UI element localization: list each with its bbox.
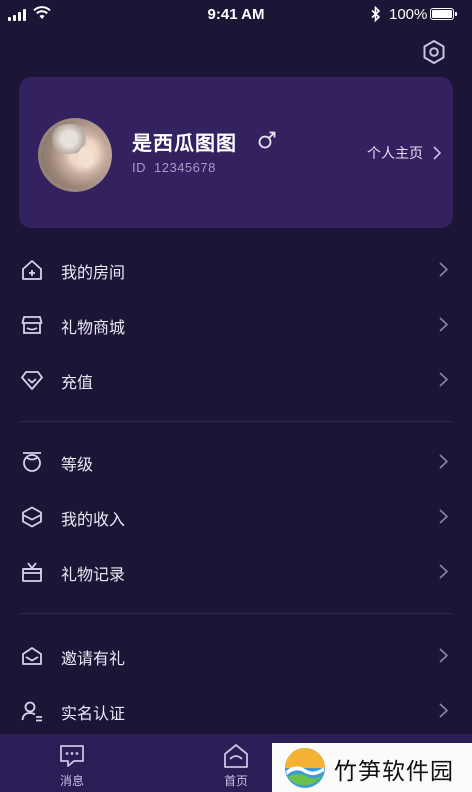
chevron-right-icon bbox=[439, 372, 448, 387]
bluetooth-icon bbox=[371, 6, 381, 22]
chevron-right-icon bbox=[439, 454, 448, 469]
menu-item-real-name[interactable]: 实名认证 bbox=[0, 684, 472, 738]
house-icon bbox=[22, 260, 42, 280]
store-icon bbox=[21, 316, 43, 334]
chevron-right-icon bbox=[439, 564, 448, 579]
homepage-link[interactable]: 个人主页 bbox=[367, 143, 441, 163]
watermark-text: 竹笋软件园 bbox=[334, 759, 454, 785]
settings-icon[interactable] bbox=[420, 38, 448, 66]
menu-item-my-room[interactable]: 我的房间 bbox=[0, 243, 472, 297]
tab-home[interactable]: 首页 bbox=[196, 734, 276, 792]
divider bbox=[19, 613, 453, 614]
tab-messages[interactable]: 消息 bbox=[32, 734, 112, 792]
homepage-label: 个人主页 bbox=[367, 146, 423, 162]
menu-label: 礼物记录 bbox=[61, 565, 126, 584]
home-icon bbox=[224, 744, 248, 768]
male-gender-icon bbox=[258, 131, 276, 149]
diamond-icon bbox=[21, 371, 43, 390]
menu-label: 邀请有礼 bbox=[61, 649, 126, 668]
profile-card[interactable]: 是西瓜图图 ID 12345678 个人主页 bbox=[19, 77, 453, 228]
menu-item-level[interactable]: 等级 bbox=[0, 435, 472, 489]
menu-item-invite[interactable]: 邀请有礼 bbox=[0, 629, 472, 683]
menu-item-gift-record[interactable]: 礼物记录 bbox=[0, 545, 472, 599]
user-id-value: 12345678 bbox=[154, 160, 216, 175]
chevron-right-icon bbox=[439, 317, 448, 332]
divider bbox=[19, 421, 453, 422]
battery-icon bbox=[430, 8, 457, 20]
verify-icon bbox=[21, 701, 42, 722]
menu-item-recharge[interactable]: 充值 bbox=[0, 353, 472, 407]
menu-label: 实名认证 bbox=[61, 704, 126, 723]
battery-percent: 100% bbox=[389, 6, 428, 23]
menu-label: 我的收入 bbox=[61, 510, 126, 529]
chevron-right-icon bbox=[439, 703, 448, 718]
chevron-right-icon bbox=[439, 509, 448, 524]
menu-label: 礼物商城 bbox=[61, 318, 126, 337]
chevron-right-icon bbox=[433, 146, 441, 160]
menu-item-gift-store[interactable]: 礼物商城 bbox=[0, 298, 472, 352]
income-icon bbox=[22, 506, 42, 528]
level-icon bbox=[23, 452, 41, 472]
user-id-label: ID bbox=[132, 160, 146, 175]
menu-label: 充值 bbox=[61, 373, 94, 392]
user-id: ID 12345678 bbox=[132, 160, 216, 175]
avatar[interactable] bbox=[38, 118, 112, 192]
tab-label: 消息 bbox=[59, 774, 84, 788]
user-name: 是西瓜图图 bbox=[132, 131, 237, 155]
tab-label: 首页 bbox=[223, 774, 248, 788]
invite-icon bbox=[22, 647, 42, 665]
message-icon bbox=[60, 745, 84, 767]
watermark: 竹笋软件园 bbox=[272, 743, 472, 792]
gift-record-icon bbox=[22, 562, 42, 582]
menu-label: 我的房间 bbox=[61, 263, 126, 282]
status-bar: 9:41 AM 100% bbox=[0, 0, 472, 30]
chevron-right-icon bbox=[439, 648, 448, 663]
menu-label: 等级 bbox=[61, 455, 94, 474]
chevron-right-icon bbox=[439, 262, 448, 277]
watermark-logo bbox=[285, 748, 325, 788]
menu-item-my-income[interactable]: 我的收入 bbox=[0, 490, 472, 544]
